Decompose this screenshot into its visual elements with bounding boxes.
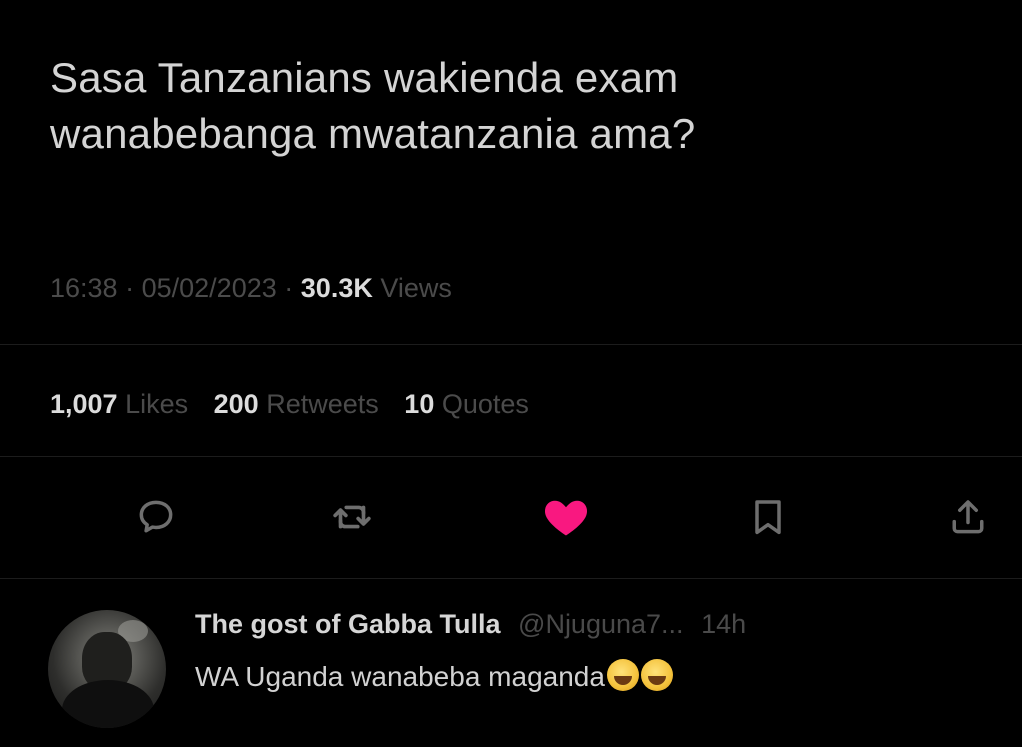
share-button[interactable] (936, 485, 1000, 549)
retweet-button[interactable] (320, 485, 384, 549)
reply-text-content: WA Uganda wanabeba maganda (195, 661, 605, 692)
retweet-icon (333, 505, 371, 529)
quotes-count: 10 (404, 389, 435, 419)
bookmark-button[interactable] (736, 485, 800, 549)
action-bar (0, 485, 1022, 549)
tweet-time[interactable]: 16:38 (50, 273, 118, 303)
share-icon (952, 500, 984, 534)
avatar-body (62, 680, 154, 728)
reply-tweet[interactable]: The gost of Gabba Tulla @Njuguna7... 14h… (0, 596, 1022, 728)
likes-count: 1,007 (50, 389, 118, 419)
reply-text: WA Uganda wanabeba maganda (195, 658, 673, 696)
divider (0, 344, 1022, 345)
engagement-stats: 1,007 Likes 200 Retweets 10 Quotes (50, 386, 547, 422)
retweets-count: 200 (213, 389, 259, 419)
tweet-text-line-1: Sasa Tanzanians wakienda exam (50, 54, 679, 101)
likes-stat[interactable]: 1,007 Likes (50, 389, 214, 419)
tweet-date[interactable]: 05/02/2023 (142, 273, 277, 303)
heart-icon (544, 500, 588, 536)
retweets-label: Retweets (266, 389, 379, 419)
retweets-stat[interactable]: 200 Retweets (214, 389, 405, 419)
divider (0, 578, 1022, 579)
views-count: 30.3K (300, 273, 373, 303)
views-label: Views (380, 273, 452, 303)
divider (0, 456, 1022, 457)
meta-separator: · (284, 273, 294, 303)
reply-time[interactable]: 14h (701, 609, 746, 639)
like-button[interactable] (534, 485, 598, 549)
laughing-emoji-icon (640, 659, 673, 691)
meta-separator: · (125, 273, 135, 303)
reply-button[interactable] (124, 485, 188, 549)
bookmark-icon (755, 500, 781, 535)
reply-author-name[interactable]: The gost of Gabba Tulla (195, 609, 501, 639)
avatar[interactable] (48, 610, 166, 728)
laughing-emoji-icon (606, 659, 639, 691)
quotes-label: Quotes (441, 389, 529, 419)
reply-header: The gost of Gabba Tulla @Njuguna7... 14h (195, 606, 746, 642)
quotes-stat[interactable]: 10 Quotes (404, 389, 547, 419)
tweet-text: Sasa Tanzanians wakienda exam wanabebang… (50, 50, 980, 162)
reply-author-handle[interactable]: @Njuguna7... (518, 609, 684, 639)
likes-label: Likes (125, 389, 189, 419)
tweet-text-line-2: wanabebanga mwatanzania ama? (50, 110, 696, 157)
reply-icon (139, 500, 173, 533)
tweet-meta: 16:38 · 05/02/2023 · 30.3K Views (50, 270, 452, 306)
